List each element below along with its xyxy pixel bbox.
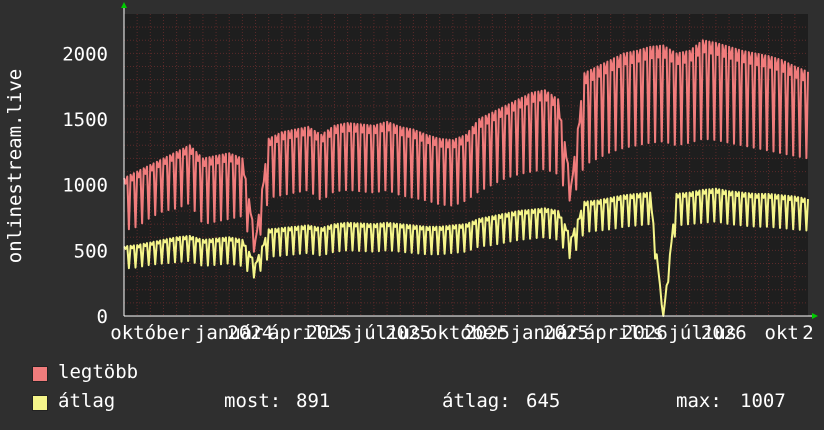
x-tick-label: 2025 bbox=[306, 322, 352, 344]
x-tick-label: 2025 bbox=[385, 322, 431, 344]
now-value: 891 bbox=[296, 390, 331, 412]
y-tick-label: 2000 bbox=[62, 43, 108, 65]
peak-value: 1007 bbox=[740, 390, 786, 412]
x-axis-arrow bbox=[812, 313, 818, 319]
legend-avg-swatch bbox=[32, 395, 48, 411]
mean-label: átlag: bbox=[442, 390, 511, 412]
x-tick-label: 2024 bbox=[227, 322, 273, 344]
y-tick-labels: 0 500 1000 1500 2000 bbox=[62, 43, 108, 328]
y-axis-label: onlinestream.live bbox=[4, 69, 26, 263]
peak-label: max: bbox=[676, 390, 722, 412]
x-tick-label: okt bbox=[765, 322, 799, 344]
y-tick-label: 0 bbox=[97, 306, 108, 328]
y-axis-arrow bbox=[121, 2, 127, 8]
legend-max-swatch bbox=[32, 366, 48, 382]
legend-max-label: legtöbb bbox=[58, 361, 139, 383]
x-tick-label: 2026 bbox=[622, 322, 668, 344]
x-tick-label: 2 bbox=[802, 322, 813, 344]
chart: 0 500 1000 1500 2000 október január2024áprili… bbox=[4, 2, 818, 344]
x-tick-label: 2025 bbox=[543, 322, 589, 344]
y-tick-label: 500 bbox=[74, 240, 108, 262]
x-tick-label: 2026 bbox=[701, 322, 747, 344]
x-tick-label: 2025 bbox=[464, 322, 510, 344]
legend-avg-label: átlag bbox=[58, 390, 116, 412]
y-tick-label: 1000 bbox=[62, 175, 108, 197]
mean-value: 645 bbox=[526, 390, 561, 412]
y-tick-label: 1500 bbox=[62, 109, 108, 131]
now-label: most: bbox=[224, 390, 282, 412]
x-tick-labels: október január2024április2025 július2025ok… bbox=[110, 322, 813, 344]
x-tick-label: október bbox=[110, 322, 190, 344]
